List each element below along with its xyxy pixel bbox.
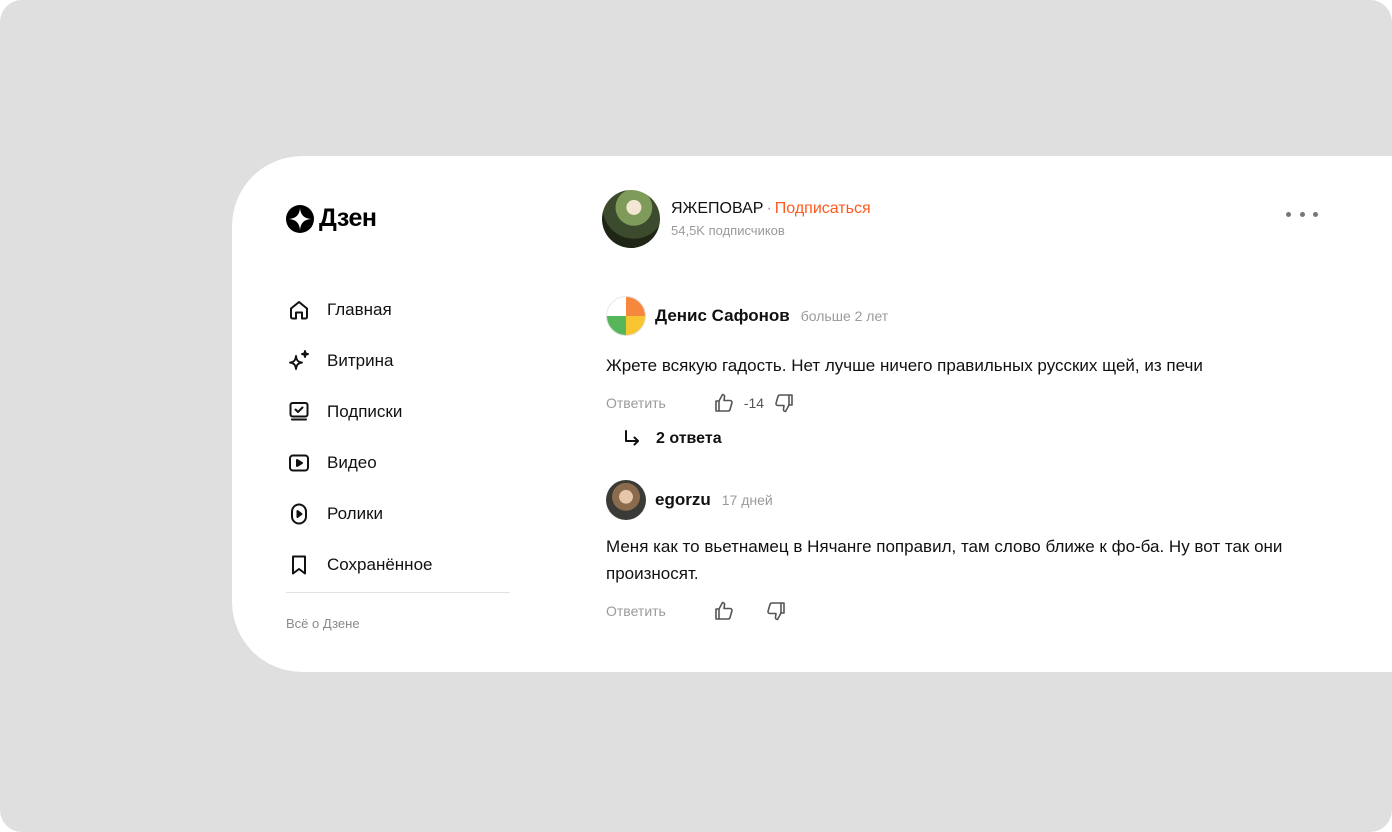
sidebar-item-label: Витрина (327, 350, 394, 370)
channel-name[interactable]: ЯЖЕПОВАР (671, 200, 763, 217)
avatar[interactable] (606, 296, 646, 336)
sidebar-item-label: Видео (327, 452, 377, 472)
comment-text: Жрете всякую гадость. Нет лучше ничего п… (606, 356, 1203, 375)
background: Дзен Главная Витрина Подписки Видео Роли… (0, 0, 1392, 832)
about-zen-link[interactable]: Всё о Дзене (286, 616, 360, 631)
sidebar-item-label: Подписки (327, 401, 403, 421)
sidebar-item-saved[interactable]: Сохранённое (286, 539, 432, 590)
comment-author[interactable]: egorzu (655, 490, 711, 510)
channel-avatar[interactable] (602, 190, 660, 248)
like-icon[interactable] (712, 391, 736, 415)
reply-button[interactable]: Ответить (606, 603, 666, 619)
dislike-icon[interactable] (764, 599, 788, 623)
sidebar-nav: Главная Витрина Подписки Видео Ролики Со… (286, 284, 432, 590)
comment-time: 17 дней (721, 492, 773, 508)
comment: egorzu 17 дней Меня как то вьетнамец в Н… (606, 480, 1326, 623)
video-icon (286, 450, 312, 476)
subscriber-count: 54,5K подписчиков (671, 223, 785, 238)
separator: · (766, 200, 772, 217)
comment-header: Денис Сафонов больше 2 лет (606, 296, 1326, 336)
sidebar-item-label: Сохранённое (327, 554, 433, 574)
sidebar-divider (286, 592, 510, 593)
comment-actions: Ответить -14 (606, 391, 1326, 415)
comment-actions: Ответить (606, 599, 1326, 623)
dislike-icon[interactable] (772, 391, 796, 415)
shorts-icon (286, 501, 312, 527)
more-dot-icon (1299, 211, 1305, 217)
avatar[interactable] (606, 480, 646, 520)
sidebar-item-label: Ролики (327, 503, 384, 523)
comment-text: Меня как то вьетнамец в Нячанге поправил… (606, 537, 1283, 583)
more-options-button[interactable] (1286, 204, 1318, 224)
comment: Денис Сафонов больше 2 лет Жрете всякую … (606, 296, 1326, 449)
sidebar-item-showcase[interactable]: Витрина (286, 335, 432, 386)
zen-logo-icon (286, 204, 314, 233)
sidebar-item-subscriptions[interactable]: Подписки (286, 386, 432, 437)
channel-info: ЯЖЕПОВАР · Подписаться 54,5K подписчиков (671, 200, 871, 238)
replies-count: 2 ответа (656, 430, 722, 447)
comment-header: egorzu 17 дней (606, 480, 1326, 520)
zen-window: Дзен Главная Витрина Подписки Видео Роли… (232, 156, 1392, 672)
sidebar-item-video[interactable]: Видео (286, 437, 432, 488)
more-dot-icon (1313, 211, 1318, 217)
reply-arrow-icon (625, 430, 639, 446)
sidebar-item-home[interactable]: Главная (286, 284, 432, 335)
comment-time: больше 2 лет (800, 308, 889, 324)
subscriptions-icon (286, 399, 312, 425)
home-icon (286, 297, 312, 323)
sparkle-icon (286, 348, 312, 374)
more-dot-icon (1286, 211, 1291, 217)
channel-title-row: ЯЖЕПОВАР · Подписаться (671, 200, 871, 218)
sidebar-item-label: Главная (327, 299, 392, 319)
channel-header: ЯЖЕПОВАР · Подписаться 54,5K подписчиков (602, 190, 871, 248)
sidebar-item-shorts[interactable]: Ролики (286, 488, 432, 539)
brand-name: Дзен (319, 204, 377, 232)
comment-author[interactable]: Денис Сафонов (655, 306, 790, 326)
subscribe-button[interactable]: Подписаться (775, 200, 871, 217)
show-replies-button[interactable]: 2 ответа (622, 429, 1326, 449)
bookmark-icon (286, 552, 312, 578)
reply-button[interactable]: Ответить (606, 395, 666, 411)
like-icon[interactable] (712, 599, 736, 623)
zen-logo[interactable]: Дзен (286, 204, 377, 233)
comment-score: -14 (743, 395, 765, 411)
